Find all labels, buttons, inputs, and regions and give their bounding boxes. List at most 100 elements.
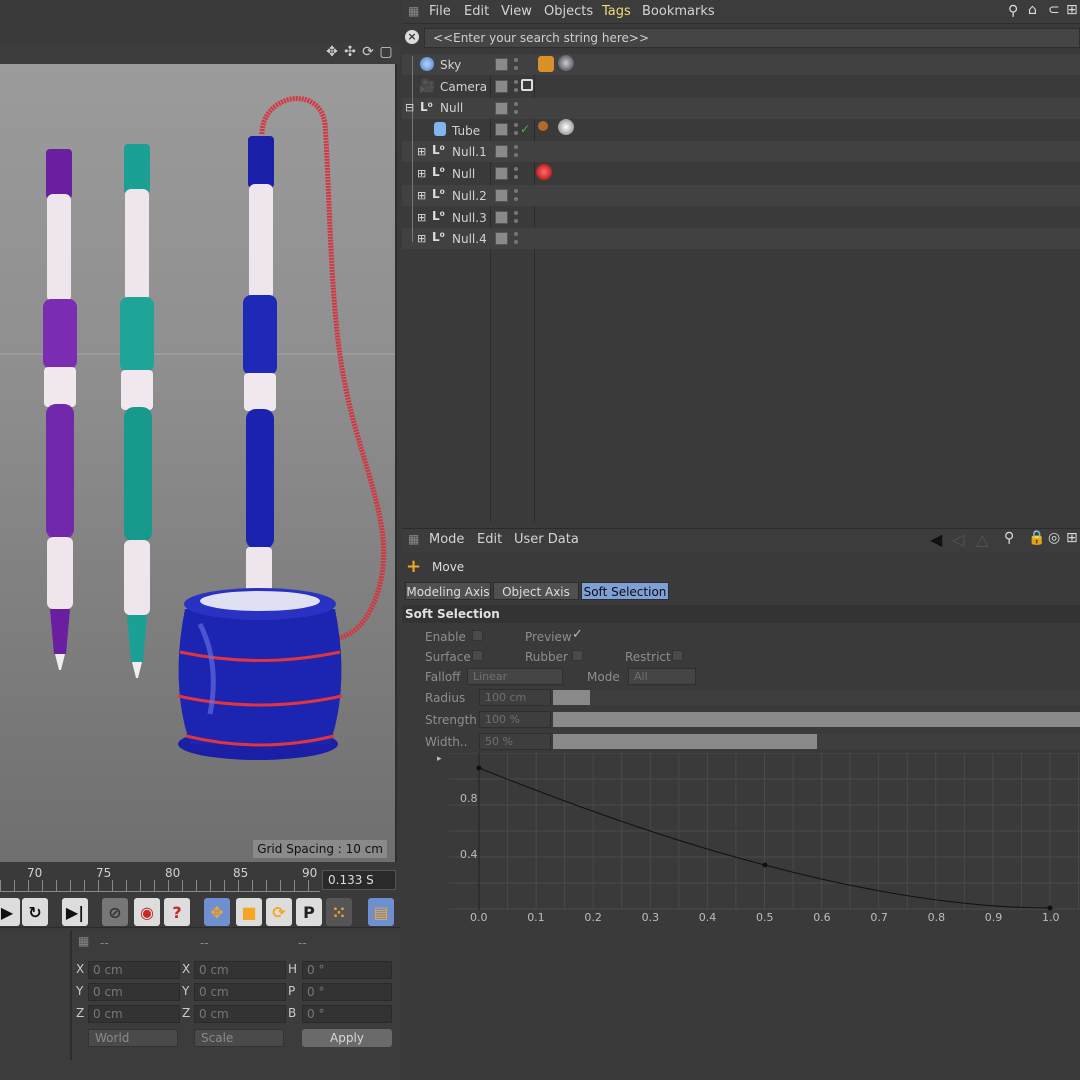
expand-icon[interactable]: ⊞ [417, 211, 426, 224]
scale-dropdown[interactable]: Scale [194, 1029, 284, 1047]
zoom-view-icon[interactable]: ✣ [342, 44, 358, 60]
menu-edit[interactable]: Edit [464, 4, 489, 19]
search-icon[interactable]: ⚲ [1004, 530, 1014, 546]
object-name[interactable]: Camera [440, 80, 487, 94]
editor-visibility-dot[interactable] [514, 189, 518, 193]
rotation-b-field[interactable]: 0 ° [302, 1005, 392, 1023]
menu-user-data[interactable]: User Data [514, 532, 579, 547]
tab-soft-selection[interactable]: Soft Selection [581, 582, 669, 600]
scale-key-icon[interactable]: ■ [236, 898, 262, 926]
surface-checkbox[interactable] [472, 650, 483, 661]
editor-visibility-dot[interactable] [514, 232, 518, 236]
render-visibility-dot[interactable] [514, 66, 518, 70]
menu-edit[interactable]: Edit [477, 532, 502, 547]
render-visibility-dot[interactable] [514, 110, 518, 114]
lock-icon[interactable]: 🔒 [1028, 530, 1045, 546]
new-panel-icon[interactable]: ⊞ [1066, 2, 1078, 18]
size-y-field[interactable]: 0 cm [194, 983, 286, 1001]
position-x-field[interactable]: 0 cm [88, 961, 180, 979]
maximize-view-icon[interactable]: ▢ [378, 44, 394, 60]
pla-key-icon[interactable]: ⁙ [326, 898, 352, 926]
editor-visibility-dot[interactable] [514, 80, 518, 84]
collapse-icon[interactable]: ⊟ [405, 101, 414, 114]
expand-icon[interactable]: ⊞ [417, 145, 426, 158]
red-material-tag-icon[interactable] [536, 164, 552, 180]
loop-icon[interactable]: ↻ [22, 898, 48, 926]
move-view-icon[interactable]: ✥ [324, 44, 340, 60]
autokey-icon[interactable]: ◉ [134, 898, 160, 926]
world-dropdown[interactable]: World [88, 1029, 178, 1047]
editor-visibility-dot[interactable] [514, 102, 518, 106]
clear-search-icon[interactable]: × [405, 30, 419, 44]
render-visibility-dot[interactable] [514, 131, 518, 135]
rotation-h-field[interactable]: 0 ° [302, 961, 392, 979]
layer-icon[interactable] [495, 167, 508, 180]
object-name[interactable]: Null.4 [452, 232, 487, 246]
expand-icon[interactable]: ⊞ [417, 189, 426, 202]
layer-icon[interactable] [495, 145, 508, 158]
rotate-key-icon[interactable]: ⟳ [266, 898, 292, 926]
menu-tags[interactable]: Tags [602, 4, 631, 19]
timeline-ruler[interactable] [0, 880, 320, 892]
layer-icon[interactable] [495, 58, 508, 71]
up-arrow-icon[interactable]: △ [976, 530, 988, 549]
curve-expand-icon[interactable]: ▸ [437, 754, 442, 764]
param-key-icon[interactable]: P [296, 898, 322, 926]
target-icon[interactable]: ◎ [1048, 530, 1060, 546]
width-field[interactable]: 50 % [479, 733, 551, 750]
white-material-tag-icon[interactable] [558, 119, 574, 135]
menu-objects[interactable]: Objects [544, 4, 593, 19]
enabled-check-icon[interactable]: ✓ [520, 122, 530, 136]
restrict-checkbox[interactable] [672, 650, 683, 661]
expand-icon[interactable]: ⊞ [417, 232, 426, 245]
menu-view[interactable]: View [501, 4, 532, 19]
size-x-field[interactable]: 0 cm [194, 961, 286, 979]
search-input[interactable]: <<Enter your search string here>> [424, 28, 1080, 48]
new-panel-icon[interactable]: ⊞ [1066, 530, 1078, 546]
falloff-curve-graph[interactable] [449, 752, 1080, 913]
render-visibility-dot[interactable] [514, 219, 518, 223]
editor-visibility-dot[interactable] [514, 58, 518, 62]
preview-checkbox[interactable]: ✓ [572, 627, 583, 642]
search-icon[interactable]: ⚲ [1008, 3, 1018, 19]
render-visibility-dot[interactable] [514, 88, 518, 92]
editor-visibility-dot[interactable] [514, 145, 518, 149]
position-z-field[interactable]: 0 cm [88, 1005, 180, 1023]
position-y-field[interactable]: 0 cm [88, 983, 180, 1001]
radius-field[interactable]: 100 cm [479, 689, 551, 706]
home-icon[interactable]: ⌂ [1028, 2, 1037, 18]
menu-mode[interactable]: Mode [429, 532, 464, 547]
mode-dropdown[interactable]: All [628, 668, 696, 685]
layer-icon[interactable] [495, 211, 508, 224]
expand-icon[interactable]: ⊞ [417, 167, 426, 180]
radius-slider[interactable] [553, 690, 1080, 705]
editor-visibility-dot[interactable] [514, 123, 518, 127]
object-name[interactable]: Tube [452, 124, 480, 138]
object-name[interactable]: Null [452, 167, 475, 181]
current-time-field[interactable]: 0.133 S [322, 870, 396, 890]
sky-material-tag-icon[interactable] [558, 55, 574, 71]
render-visibility-dot[interactable] [514, 240, 518, 244]
object-name[interactable]: Null.1 [452, 145, 487, 159]
layer-icon[interactable] [495, 232, 508, 245]
rotate-view-icon[interactable]: ⟳ [360, 44, 376, 60]
rubber-checkbox[interactable] [572, 650, 583, 661]
render-visibility-dot[interactable] [514, 153, 518, 157]
rotation-p-field[interactable]: 0 ° [302, 983, 392, 1001]
width-slider[interactable] [553, 734, 1080, 749]
enable-checkbox[interactable] [472, 630, 483, 641]
menu-bookmarks[interactable]: Bookmarks [642, 4, 715, 19]
size-z-field[interactable]: 0 cm [194, 1005, 286, 1023]
editor-visibility-dot[interactable] [514, 167, 518, 171]
layer-icon[interactable] [495, 189, 508, 202]
layer-icon[interactable] [495, 102, 508, 115]
tab-object-axis[interactable]: Object Axis [493, 582, 579, 600]
compositing-tag-icon[interactable] [538, 56, 554, 72]
editor-visibility-dot[interactable] [514, 211, 518, 215]
tab-modeling-axis[interactable]: Modeling Axis [405, 582, 491, 600]
move-key-icon[interactable]: ✥ [204, 898, 230, 926]
back-arrow-icon[interactable]: ◀ [930, 530, 942, 549]
keyframe-help-icon[interactable]: ? [164, 898, 190, 926]
play-button[interactable]: ▶ [0, 898, 20, 926]
strength-field[interactable]: 100 % [479, 711, 551, 728]
